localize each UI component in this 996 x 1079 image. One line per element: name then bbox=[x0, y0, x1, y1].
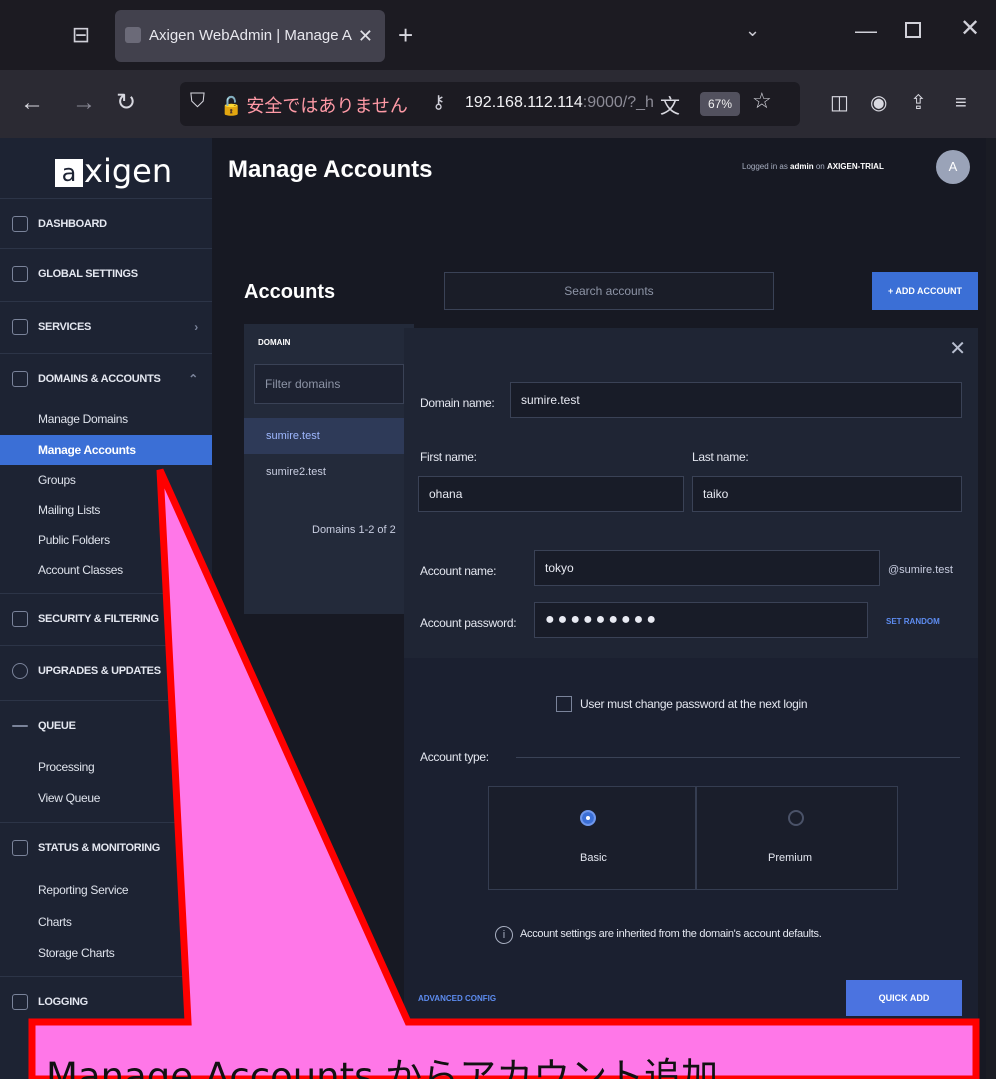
callout-overlay bbox=[28, 468, 980, 1079]
callout-text: Manage Accounts からアカウント追加、 bbox=[46, 1055, 756, 1079]
callout-bubble bbox=[28, 468, 980, 1079]
